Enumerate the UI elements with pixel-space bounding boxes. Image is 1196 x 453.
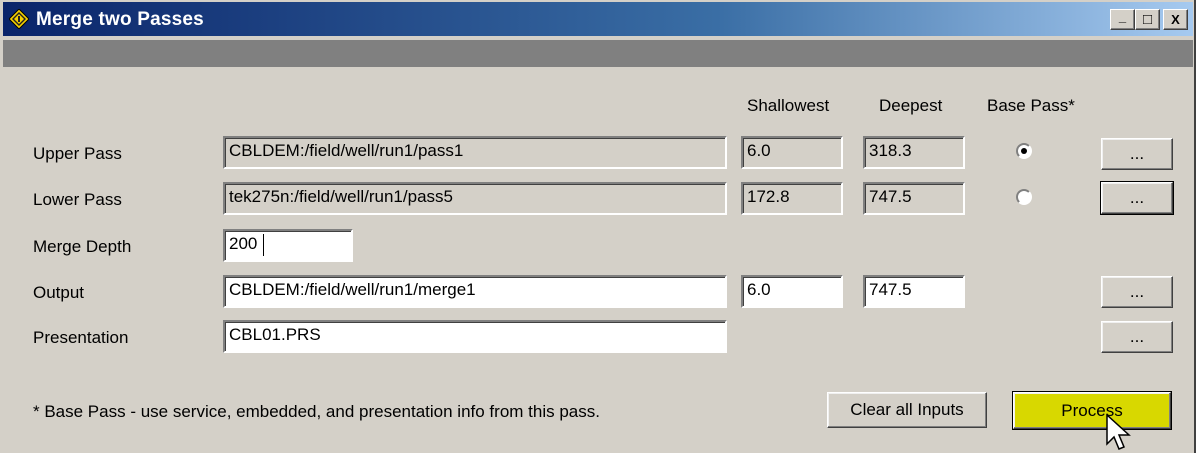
output-label: Output [33,283,85,302]
output-path-input[interactable]: CBLDEM:/field/well/run1/merge1 [223,275,727,308]
text-caret [263,234,264,256]
deepest-header: Deepest [879,96,943,115]
header-band [3,40,1193,67]
lower-pass-base-radio[interactable] [1016,189,1032,205]
lower-pass-shallowest-field: 172.8 [741,182,843,215]
lower-pass-deepest-field: 747.5 [863,182,965,215]
merge-depth-label: Merge Depth [33,237,132,256]
presentation-label: Presentation [33,328,129,347]
presentation-browse-button[interactable]: ... [1101,321,1173,353]
window-title: Merge two Passes [36,9,204,30]
process-button[interactable]: Process [1012,391,1172,430]
mouse-pointer-icon [1106,414,1131,450]
upper-pass-shallowest-field: 6.0 [741,136,843,169]
merge-dialog-window: Merge two Passes _ □ X Shallowest Deepes… [0,0,1196,453]
lower-pass-browse-button[interactable]: ... [1100,181,1174,215]
minimize-button[interactable]: _ [1110,9,1135,30]
shallowest-header: Shallowest [747,96,830,115]
maximize-button[interactable]: □ [1135,9,1160,30]
merge-depth-input[interactable]: 200 [223,229,353,262]
minimize-icon: _ [1118,9,1127,24]
base-pass-header: Base Pass* [987,96,1075,115]
upper-pass-base-radio[interactable] [1016,143,1032,159]
close-button[interactable]: X [1163,9,1188,30]
upper-pass-path-field: CBLDEM:/field/well/run1/pass1 [223,136,727,169]
app-diamond-icon [9,9,29,29]
lower-pass-path-field: tek275n:/field/well/run1/pass5 [223,182,727,215]
output-shallowest-input[interactable]: 6.0 [741,275,843,308]
title-bar[interactable]: Merge two Passes _ □ X [3,2,1193,36]
output-deepest-input[interactable]: 747.5 [863,275,965,308]
lower-pass-label: Lower Pass [33,190,122,209]
close-icon: X [1171,12,1180,27]
radio-selected-dot [1021,148,1027,154]
upper-pass-label: Upper Pass [33,144,122,163]
upper-pass-browse-button[interactable]: ... [1101,138,1173,170]
base-pass-footnote: * Base Pass - use service, embedded, and… [33,402,600,421]
clear-all-inputs-button[interactable]: Clear all Inputs [827,392,987,428]
presentation-input[interactable]: CBL01.PRS [223,320,727,353]
upper-pass-deepest-field: 318.3 [863,136,965,169]
output-browse-button[interactable]: ... [1101,276,1173,308]
maximize-icon: □ [1142,11,1153,28]
